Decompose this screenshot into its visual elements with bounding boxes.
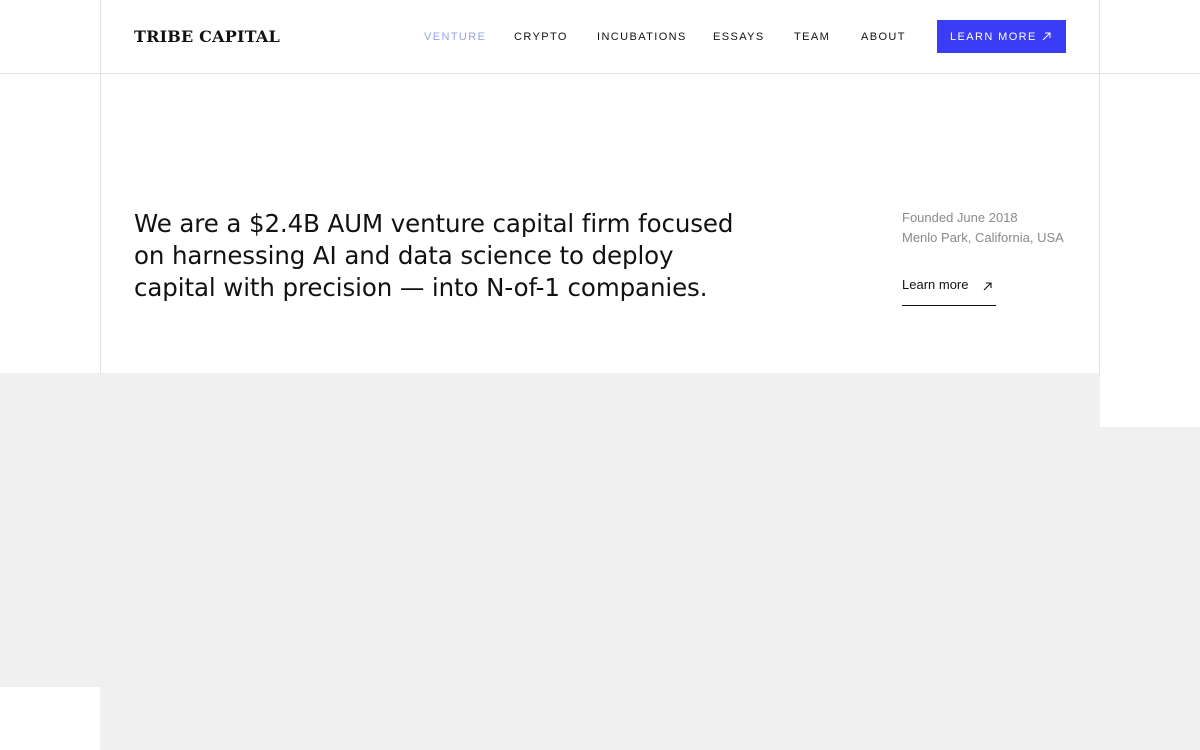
nav-item-incubations[interactable]: INCUBATIONS bbox=[597, 31, 687, 43]
learn-more-button-label: LEARN MORE bbox=[950, 30, 1037, 43]
learn-more-link[interactable]: Learn more bbox=[902, 276, 996, 306]
nav-item-essays[interactable]: ESSAYS bbox=[713, 31, 765, 43]
learn-more-link-label: Learn more bbox=[902, 277, 969, 292]
logo[interactable]: TRIBE CAPITAL bbox=[134, 27, 280, 46]
hero-headline: We are a $2.4B AUM venture capital firm … bbox=[134, 209, 734, 302]
location: Menlo Park, California, USA bbox=[902, 230, 1064, 245]
learn-more-button[interactable]: LEARN MORE bbox=[937, 20, 1066, 53]
site-header: TRIBE CAPITAL VENTURE CRYPTO INCUBATIONS… bbox=[0, 0, 1200, 73]
nav-item-team[interactable]: TEAM bbox=[794, 31, 830, 43]
nav-item-venture[interactable]: VENTURE bbox=[424, 31, 486, 43]
media-panel bbox=[0, 373, 1100, 687]
nav-item-crypto[interactable]: CRYPTO bbox=[514, 31, 568, 43]
arrow-up-right-icon bbox=[982, 279, 993, 291]
header-bottom-rule bbox=[0, 73, 1200, 74]
media-panel-lower bbox=[100, 687, 1200, 750]
founded-date: Founded June 2018 bbox=[902, 210, 1018, 225]
media-panel-right bbox=[1100, 427, 1200, 687]
nav-item-about[interactable]: ABOUT bbox=[861, 31, 906, 43]
arrow-up-right-icon bbox=[1041, 31, 1052, 42]
